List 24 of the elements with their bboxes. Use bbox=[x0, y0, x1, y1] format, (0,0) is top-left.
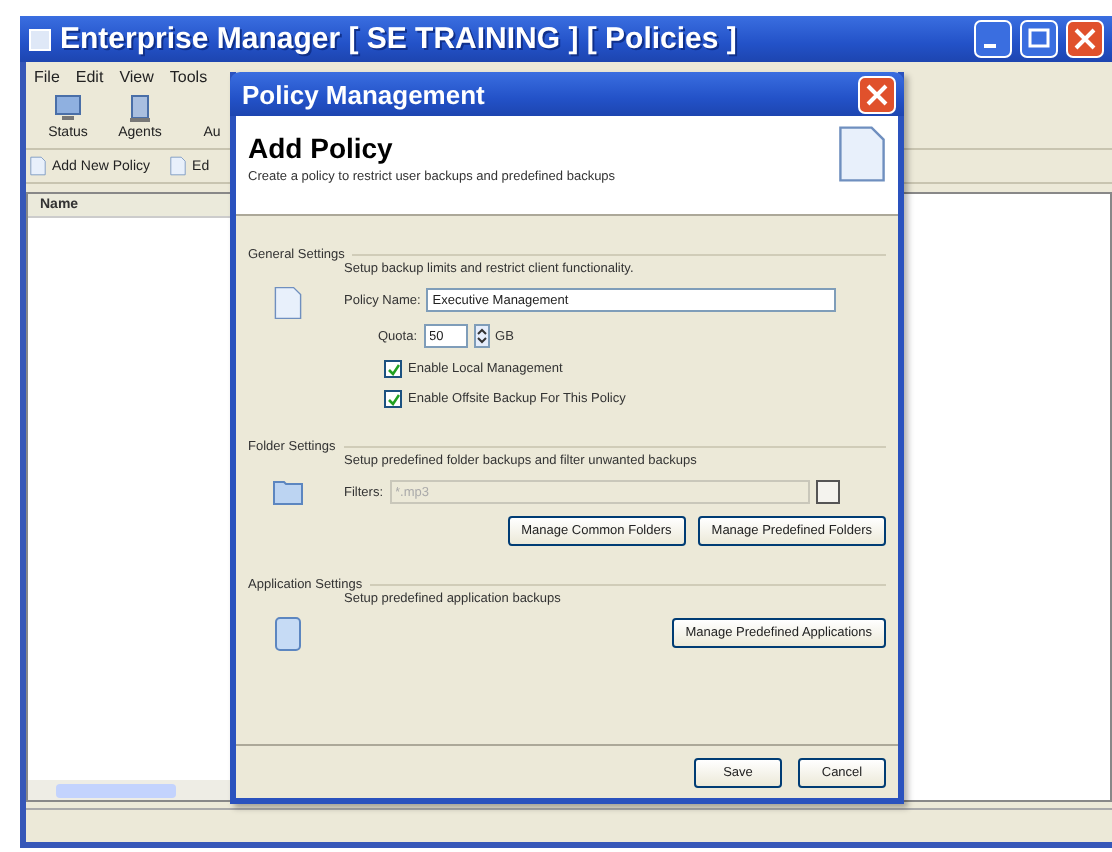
computer-icon bbox=[126, 94, 154, 122]
close-icon[interactable] bbox=[1066, 20, 1104, 58]
dialog-title: Policy Management bbox=[242, 79, 487, 109]
spinner-icon[interactable] bbox=[473, 324, 490, 348]
browse-button[interactable] bbox=[815, 480, 839, 504]
application-icon bbox=[274, 616, 302, 652]
document-icon bbox=[170, 156, 187, 176]
checkbox[interactable] bbox=[384, 390, 402, 408]
menu-item[interactable]: Tools bbox=[169, 67, 208, 85]
menu-item[interactable]: File bbox=[34, 67, 60, 85]
monitor-icon bbox=[54, 94, 82, 122]
menu-item[interactable]: View bbox=[119, 67, 154, 85]
document-icon bbox=[838, 124, 886, 184]
app-icon bbox=[28, 27, 52, 51]
minimize-icon[interactable] bbox=[974, 20, 1012, 58]
window-title: Enterprise Manager [ SE TRAINING ] [ Policies ] bbox=[60, 22, 739, 56]
checkbox[interactable] bbox=[384, 360, 402, 378]
menu-item[interactable]: Edit bbox=[75, 67, 104, 85]
document-icon bbox=[30, 156, 46, 176]
document-icon bbox=[274, 286, 302, 320]
maximize-icon[interactable] bbox=[1020, 20, 1058, 58]
close-icon[interactable] bbox=[858, 75, 896, 113]
folder-icon bbox=[272, 478, 304, 506]
dialog-heading: Add Policy bbox=[248, 132, 395, 164]
